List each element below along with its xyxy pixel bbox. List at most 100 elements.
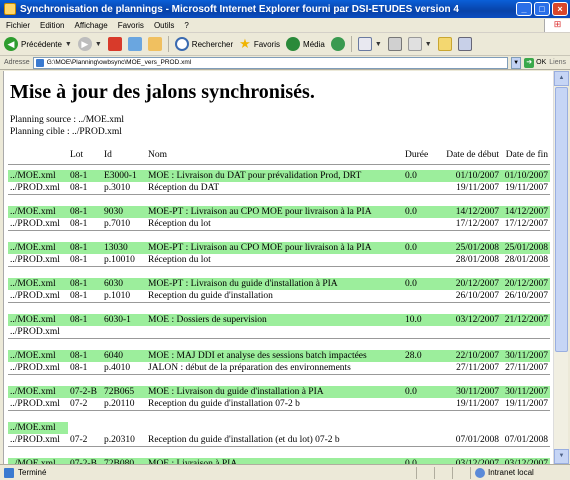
maximize-button[interactable]: □: [534, 2, 550, 16]
cell-id: [102, 326, 146, 338]
messenger-icon[interactable]: [457, 37, 472, 51]
edit-button[interactable]: ▼: [407, 37, 432, 51]
menu-bar: Fichier Edition Affichage Favoris Outils…: [0, 18, 570, 33]
cell-fin: [501, 326, 550, 338]
minimize-button[interactable]: _: [516, 2, 532, 16]
menu-help[interactable]: ?: [184, 21, 188, 30]
chevron-down-icon: ▼: [94, 40, 102, 48]
cell-file: ../PROD.xml: [10, 219, 60, 229]
cell-nom: Réception du lot: [148, 255, 211, 265]
cell-fin: 28/01/2008: [504, 255, 548, 265]
cell-file: ../PROD.xml: [10, 291, 60, 301]
cell-nom: Reception du guide d'installation 07-2 b: [148, 399, 300, 409]
menu-fichier[interactable]: Fichier: [6, 21, 30, 30]
col-file: [8, 150, 68, 164]
cell-debut: 07/01/2008: [455, 435, 499, 445]
cell-file: ../MOE.xml: [8, 386, 68, 398]
cell-lot: 08-1: [70, 183, 88, 193]
cell-id: p.20310: [104, 435, 135, 445]
table-row: ../MOE.xml 08-1 E3000-1 MOE : Livraison du …: [8, 170, 550, 182]
cell-fin: 26/10/2007: [504, 291, 548, 301]
cell-nom: MOE-PT : Livraison du guide d'installati…: [146, 278, 403, 290]
cell-lot: 08-1: [68, 350, 102, 362]
col-duree: Durée: [405, 150, 429, 160]
cell-fin: 20/12/2007: [501, 278, 550, 290]
source-plan-line: Planning source : ../MOE.xml: [10, 115, 124, 125]
separator-cell: [8, 338, 550, 350]
cell-file: ../MOE.xml: [8, 278, 68, 290]
back-button[interactable]: ◀ Précédente ▼: [4, 37, 72, 51]
cell-debut: 14/12/2007: [439, 206, 501, 218]
cell-nom: JALON : début de la préparation des envi…: [148, 363, 351, 373]
cell-debut: 01/10/2007: [439, 170, 501, 182]
cell-nom: MOE-PT : Livraison au CPO MOE pour livra…: [146, 242, 403, 254]
search-button[interactable]: Rechercher: [174, 37, 233, 51]
stop-icon[interactable]: [107, 37, 122, 51]
cell-lot: 07-2: [70, 399, 88, 409]
menu-favoris[interactable]: Favoris: [118, 21, 144, 30]
intranet-icon: [475, 467, 485, 478]
table-row: ../PROD.xml 08-1 p.3010 Réception du DAT 19/…: [8, 182, 550, 194]
col-id: Id: [104, 150, 112, 160]
cell-id: p.20110: [104, 399, 135, 409]
cell-id: p.7010: [104, 219, 131, 229]
table-row: ../MOE.xml 07-2-B 72B065 MOE : Livraison du…: [8, 386, 550, 398]
status-panel: [452, 466, 470, 479]
separator-cell: [8, 374, 550, 386]
status-text: Terminé: [18, 468, 47, 477]
favorites-label: Favoris: [253, 39, 281, 49]
vertical-scrollbar[interactable]: ▲ ▼: [553, 71, 569, 464]
cell-duree: 0.0: [403, 278, 439, 290]
menu-outils[interactable]: Outils: [154, 21, 174, 30]
go-arrow-icon: ➜: [524, 57, 535, 68]
menu-affichage[interactable]: Affichage: [74, 21, 107, 30]
forward-button[interactable]: ▶ ▼: [77, 37, 102, 51]
chevron-down-icon: ▼: [64, 40, 72, 48]
refresh-icon[interactable]: [127, 37, 142, 51]
cell-lot: 07-2-B: [68, 386, 102, 398]
cell-duree: [403, 422, 439, 434]
history-icon[interactable]: [330, 37, 345, 51]
table-row: ../MOE.xml 08-1 13030 MOE-PT : Livraison au…: [8, 242, 550, 254]
folder-icon[interactable]: [437, 37, 452, 51]
cell-debut: 30/11/2007: [439, 386, 501, 398]
cell-debut: 22/10/2007: [439, 350, 501, 362]
media-button[interactable]: Média: [286, 37, 325, 51]
cell-duree: [403, 254, 439, 266]
cell-file: ../MOE.xml: [8, 350, 68, 362]
cell-duree: 0.0: [403, 242, 439, 254]
cell-nom: MOE-PT : Livraison au CPO MOE pour livra…: [146, 206, 403, 218]
favorites-button[interactable]: ★ Favoris: [239, 37, 280, 51]
go-button[interactable]: ➜ OK: [524, 57, 546, 68]
address-dropdown-icon[interactable]: ▼: [511, 56, 522, 69]
title-bar: Synchronisation de plannings - Microsoft…: [0, 0, 570, 18]
page-status-icon: [4, 467, 14, 478]
cell-nom: [146, 326, 403, 338]
scroll-thumb[interactable]: [555, 87, 568, 352]
cell-debut: [439, 326, 501, 338]
media-label: Média: [303, 39, 325, 49]
mail-button[interactable]: ▼: [357, 37, 382, 51]
cell-debut: 28/01/2008: [455, 255, 499, 265]
home-icon[interactable]: [147, 37, 162, 51]
print-icon[interactable]: [387, 37, 402, 51]
cell-id: p.1010: [104, 291, 131, 301]
cell-nom: Réception du DAT: [148, 183, 220, 193]
cell-fin: 01/10/2007: [501, 170, 550, 182]
cell-id: 13030: [102, 242, 146, 254]
close-button[interactable]: ×: [552, 2, 568, 16]
chevron-down-icon: ▼: [424, 40, 432, 48]
scroll-down-icon[interactable]: ▼: [554, 449, 569, 464]
scroll-up-icon[interactable]: ▲: [554, 71, 569, 86]
cell-duree: [403, 326, 439, 338]
cell-file: ../MOE.xml: [8, 242, 68, 254]
menu-edition[interactable]: Edition: [40, 21, 64, 30]
cell-duree: 0.0: [403, 206, 439, 218]
links-button[interactable]: Liens: [549, 59, 566, 66]
separator-cell: [8, 194, 550, 206]
cell-file: ../PROD.xml: [10, 183, 60, 193]
cell-duree: [403, 290, 439, 302]
address-input[interactable]: G:\MOE\Planning\owbsync\MOE_vers_PROD.xm…: [32, 56, 509, 69]
address-value: G:\MOE\Planning\owbsync\MOE_vers_PROD.xm…: [46, 59, 192, 66]
cell-file: ../MOE.xml: [8, 206, 68, 218]
